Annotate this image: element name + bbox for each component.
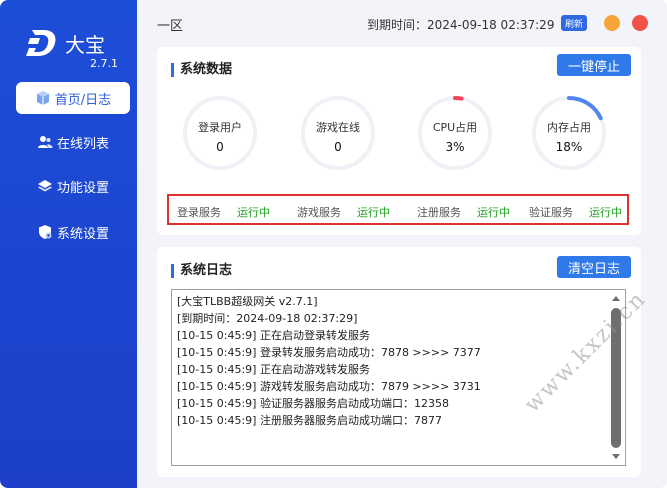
- scroll-down-icon[interactable]: [612, 454, 620, 459]
- gauge-value: 18%: [555, 140, 583, 154]
- gauge-game-online: 游戏在线 0: [300, 95, 376, 171]
- sidebar-item-label: 功能设置: [56, 180, 109, 196]
- expire-time: 到期时间：2024-09-18 02:37:29: [367, 18, 555, 32]
- log-line: [10-15 0:45:9] 验证服务器服务启动成功端口：12358: [177, 397, 449, 410]
- log-line: [10-15 0:45:9] 游戏转发服务启动成功：7879 >>>> 3731: [177, 380, 481, 393]
- shield-gear-icon: [37, 224, 53, 240]
- sidebar-item-feature-settings[interactable]: 功能设置: [16, 170, 130, 202]
- zone-label: 一区: [157, 19, 184, 34]
- gauge-cpu: CPU占用 3%: [417, 95, 493, 171]
- gauge-label: CPU占用: [432, 121, 478, 134]
- service-state-register: 运行中: [477, 206, 510, 219]
- sidebar-item-label: 首页/日志: [54, 92, 112, 108]
- gauge-login-users: 登录用户 0: [182, 95, 258, 171]
- log-line: [10-15 0:45:9] 正在启动登录转发服务: [177, 329, 370, 342]
- sidebar-item-online-list[interactable]: 在线列表: [16, 126, 130, 158]
- system-data-panel: 系统数据 一键停止 登录用户 0 游戏在线 0 CPU占用 3% 内存占用 18…: [157, 47, 641, 235]
- service-status-box: 登录服务 运行中 游戏服务 运行中 注册服务 运行中 验证服务 运行中: [167, 194, 629, 225]
- cube-icon: [35, 90, 51, 106]
- sidebar-item-label: 在线列表: [56, 136, 109, 152]
- gauge-memory: 内存占用 18%: [531, 95, 607, 171]
- logo-icon: [26, 30, 56, 56]
- sidebar: 大宝 2.7.1 首页/日志 在线列表 功能设置 系统设置: [0, 0, 137, 488]
- log-line: [10-15 0:45:9] 注册服务器服务启动成功端口：7877: [177, 414, 442, 427]
- log-line: [到期时间：2024-09-18 02:37:29]: [177, 312, 358, 325]
- refresh-button[interactable]: 刷新: [561, 15, 587, 31]
- minimize-button[interactable]: [604, 15, 620, 31]
- gauge-value: 0: [334, 140, 342, 154]
- panel-title: 系统数据: [171, 63, 232, 77]
- top-bar: 一区 到期时间：2024-09-18 02:37:29 刷新: [137, 0, 667, 46]
- sidebar-item-label: 系统设置: [56, 226, 109, 242]
- log-line: [10-15 0:45:9] 正在启动游戏转发服务: [177, 363, 370, 376]
- sidebar-item-system-settings[interactable]: 系统设置: [16, 216, 130, 248]
- service-state-verify: 运行中: [589, 206, 622, 219]
- gauge-value: 3%: [445, 140, 465, 154]
- service-name-game: 游戏服务: [297, 206, 341, 219]
- stop-all-button[interactable]: 一键停止: [557, 54, 631, 76]
- log-lines: [大宝TLBB超级网关 v2.7.1] [到期时间：2024-09-18 02:…: [177, 293, 481, 429]
- clear-log-button[interactable]: 清空日志: [557, 256, 631, 278]
- app-name: 大宝: [65, 33, 105, 57]
- layers-icon: [37, 178, 53, 194]
- panel-title: 系统日志: [171, 264, 232, 278]
- gauge-label: 游戏在线: [316, 121, 360, 134]
- log-line: [10-15 0:45:9] 登录转发服务启动成功：7878 >>>> 7377: [177, 346, 481, 359]
- app-version: 2.7.1: [90, 57, 118, 70]
- users-icon: [37, 134, 53, 150]
- service-name-register: 注册服务: [417, 206, 461, 219]
- gauge-label: 内存占用: [547, 121, 591, 134]
- gauge-value: 0: [216, 140, 224, 154]
- service-name-login: 登录服务: [177, 206, 221, 219]
- sidebar-item-home-log[interactable]: 首页/日志: [16, 82, 130, 114]
- service-name-verify: 验证服务: [529, 206, 573, 219]
- service-state-game: 运行中: [357, 206, 390, 219]
- app-window: 大宝 2.7.1 首页/日志 在线列表 功能设置 系统设置 一区 到期时间：20…: [0, 0, 667, 488]
- close-button[interactable]: [632, 15, 648, 31]
- gauge-label: 登录用户: [198, 121, 242, 134]
- service-state-login: 运行中: [237, 206, 270, 219]
- log-line: [大宝TLBB超级网关 v2.7.1]: [177, 295, 318, 308]
